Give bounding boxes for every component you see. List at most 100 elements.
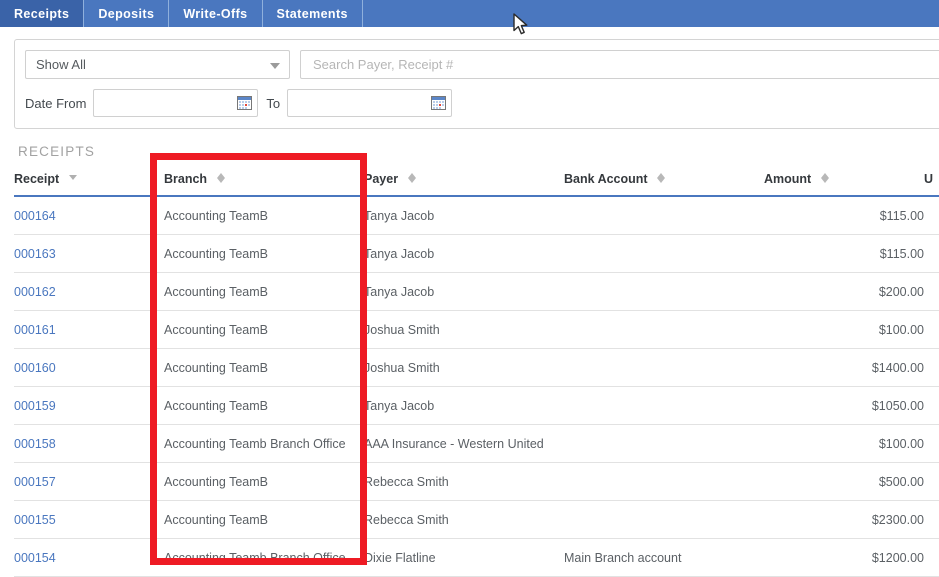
cell-user bbox=[924, 196, 939, 235]
column-header-bank-account-label: Bank Account bbox=[564, 172, 648, 186]
column-header-amount[interactable]: Amount bbox=[764, 172, 924, 197]
receipt-link[interactable]: 000157 bbox=[14, 475, 56, 489]
receipt-link[interactable]: 000161 bbox=[14, 323, 56, 337]
receipt-link[interactable]: 000162 bbox=[14, 285, 56, 299]
cell-payer: Tanya Jacob bbox=[364, 196, 564, 235]
sort-toggle-icon[interactable] bbox=[216, 172, 225, 184]
cell-payer: Rebecca Smith bbox=[364, 500, 564, 539]
cell-amount: $500.00 bbox=[764, 462, 924, 501]
cell-bank-account bbox=[564, 310, 764, 349]
filter-area: Show All Date From bbox=[0, 30, 939, 129]
receipt-link[interactable]: 000159 bbox=[14, 399, 56, 413]
sort-toggle-icon[interactable] bbox=[820, 172, 829, 184]
tab-write-offs[interactable]: Write-Offs bbox=[169, 0, 263, 27]
main-tab-bar: Receipts Deposits Write-Offs Statements bbox=[0, 0, 939, 27]
cell-payer: Joshua Smith bbox=[364, 310, 564, 349]
calendar-icon[interactable] bbox=[237, 96, 253, 110]
table-row[interactable]: 000157 Accounting TeamB Rebecca Smith $5… bbox=[14, 462, 939, 501]
date-to-label: To bbox=[266, 95, 281, 111]
filter-panel: Show All Date From bbox=[14, 39, 939, 129]
cell-bank-account bbox=[564, 272, 764, 311]
sort-toggle-icon[interactable] bbox=[657, 172, 666, 184]
cell-branch: Accounting TeamB bbox=[164, 386, 364, 425]
cell-branch: Accounting TeamB bbox=[164, 272, 364, 311]
tab-bar-filler bbox=[363, 0, 939, 27]
status-filter-select[interactable]: Show All bbox=[25, 50, 290, 79]
receipt-link[interactable]: 000160 bbox=[14, 361, 56, 375]
tab-receipts[interactable]: Receipts bbox=[0, 0, 85, 27]
cell-payer: Rebecca Smith bbox=[364, 462, 564, 501]
table-row[interactable]: 000164 Accounting TeamB Tanya Jacob $115… bbox=[14, 196, 939, 235]
receipt-link[interactable]: 000154 bbox=[14, 551, 56, 565]
cell-receipt: 000164 bbox=[14, 196, 164, 235]
table-row[interactable]: 000162 Accounting TeamB Tanya Jacob $200… bbox=[14, 272, 939, 311]
tab-statements-label: Statements bbox=[276, 6, 348, 21]
cell-bank-account bbox=[564, 196, 764, 235]
tab-write-offs-label: Write-Offs bbox=[183, 6, 248, 21]
cell-receipt: 000161 bbox=[14, 310, 164, 349]
cell-branch: Accounting TeamB bbox=[164, 348, 364, 387]
cell-user bbox=[924, 424, 939, 463]
cell-amount: $1400.00 bbox=[764, 348, 924, 387]
tab-receipts-label: Receipts bbox=[14, 6, 70, 21]
cell-branch: Accounting TeamB bbox=[164, 234, 364, 273]
table-row[interactable]: 000160 Accounting TeamB Joshua Smith $14… bbox=[14, 348, 939, 387]
cell-payer: Joshua Smith bbox=[364, 348, 564, 387]
cell-receipt: 000162 bbox=[14, 272, 164, 311]
sort-descending-icon[interactable] bbox=[68, 172, 77, 184]
table-row[interactable]: 000163 Accounting TeamB Tanya Jacob $115… bbox=[14, 234, 939, 273]
cell-amount: $100.00 bbox=[764, 310, 924, 349]
cell-bank-account bbox=[564, 234, 764, 273]
search-input-wrap[interactable] bbox=[300, 50, 939, 79]
date-to-field-wrap[interactable] bbox=[287, 89, 453, 117]
cell-user bbox=[924, 310, 939, 349]
cell-branch: Accounting Teamb Branch Office bbox=[164, 424, 364, 463]
cell-bank-account bbox=[564, 424, 764, 463]
cell-user bbox=[924, 500, 939, 539]
cell-branch: Accounting TeamB bbox=[164, 196, 364, 235]
cell-bank-account bbox=[564, 462, 764, 501]
column-header-payer[interactable]: Payer bbox=[364, 172, 564, 197]
table-row[interactable]: 000161 Accounting TeamB Joshua Smith $10… bbox=[14, 310, 939, 349]
table-row[interactable]: 000158 Accounting Teamb Branch Office AA… bbox=[14, 424, 939, 463]
table-row[interactable]: 000159 Accounting TeamB Tanya Jacob $105… bbox=[14, 386, 939, 425]
column-header-receipt-label: Receipt bbox=[14, 172, 60, 186]
cell-branch: Accounting TeamB bbox=[164, 310, 364, 349]
table-header: Receipt Branch Payer Bank Account Amount bbox=[14, 172, 939, 197]
column-header-amount-label: Amount bbox=[764, 172, 812, 186]
cell-user bbox=[924, 386, 939, 425]
tab-statements[interactable]: Statements bbox=[263, 0, 363, 27]
receipts-table: Receipt Branch Payer Bank Account Amount bbox=[14, 172, 939, 577]
filter-row-dates: Date From To bbox=[25, 89, 939, 117]
date-from-label: Date From bbox=[25, 95, 87, 111]
search-input[interactable] bbox=[311, 56, 939, 73]
column-header-bank-account[interactable]: Bank Account bbox=[564, 172, 764, 197]
column-header-branch[interactable]: Branch bbox=[164, 172, 364, 197]
date-from-input[interactable] bbox=[102, 94, 228, 112]
receipt-link[interactable]: 000164 bbox=[14, 209, 56, 223]
cell-bank-account bbox=[564, 500, 764, 539]
cell-amount: $115.00 bbox=[764, 234, 924, 273]
cell-receipt: 000155 bbox=[14, 500, 164, 539]
date-to-input[interactable] bbox=[296, 94, 422, 112]
cell-amount: $200.00 bbox=[764, 272, 924, 311]
column-header-receipt[interactable]: Receipt bbox=[14, 172, 164, 197]
calendar-icon[interactable] bbox=[431, 96, 447, 110]
receipt-link[interactable]: 000158 bbox=[14, 437, 56, 451]
cell-payer: Tanya Jacob bbox=[364, 234, 564, 273]
filter-row-top: Show All bbox=[25, 50, 939, 79]
date-from-field-wrap[interactable] bbox=[93, 89, 259, 117]
column-header-user[interactable]: U bbox=[924, 172, 939, 197]
cell-user bbox=[924, 462, 939, 501]
receipt-link[interactable]: 000155 bbox=[14, 513, 56, 527]
tab-deposits[interactable]: Deposits bbox=[84, 0, 170, 27]
column-header-payer-label: Payer bbox=[364, 172, 399, 186]
cell-payer: AAA Insurance - Western United bbox=[364, 424, 564, 463]
table-row[interactable]: 000155 Accounting TeamB Rebecca Smith $2… bbox=[14, 500, 939, 539]
sort-toggle-icon[interactable] bbox=[407, 172, 416, 184]
cell-branch: Accounting TeamB bbox=[164, 462, 364, 501]
chevron-down-icon bbox=[270, 62, 280, 69]
cell-user bbox=[924, 272, 939, 311]
column-header-branch-label: Branch bbox=[164, 172, 208, 186]
receipt-link[interactable]: 000163 bbox=[14, 247, 56, 261]
